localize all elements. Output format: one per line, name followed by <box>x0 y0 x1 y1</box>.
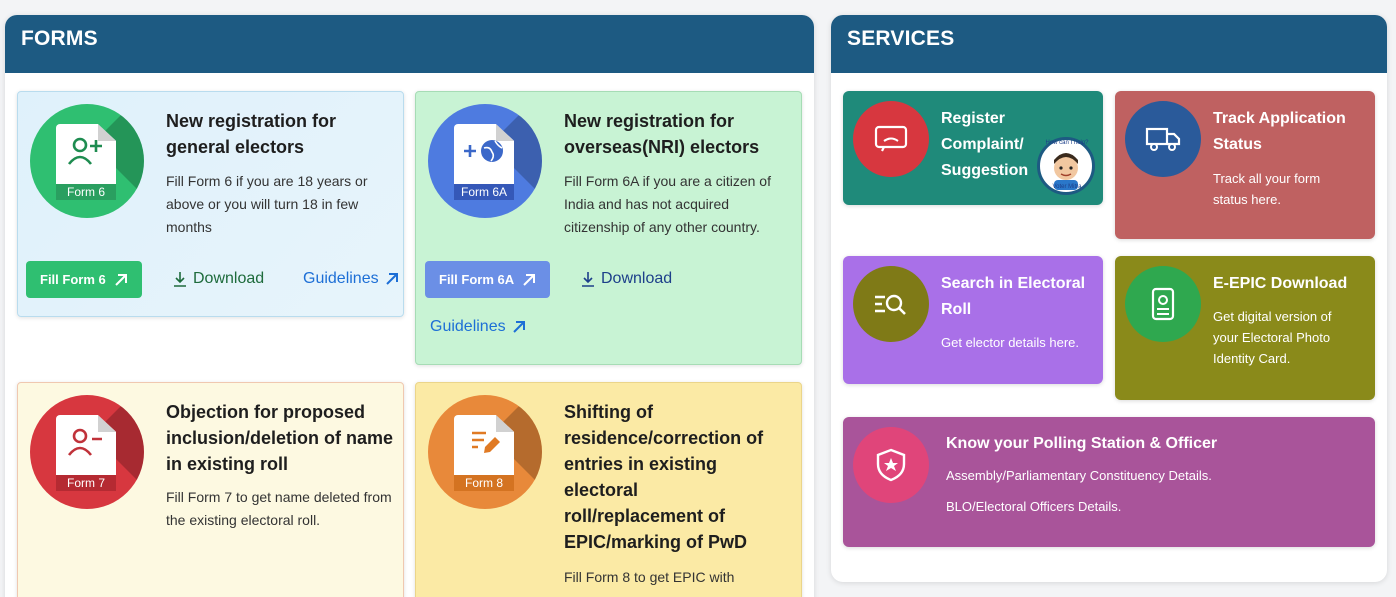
id-card-icon <box>1125 266 1201 342</box>
forms-panel: FORMS Form 6 New registration for genera… <box>5 15 814 597</box>
form-6-label: Form 6 <box>56 184 116 200</box>
remove-user-icon <box>56 425 116 459</box>
arrow-up-right-icon <box>115 273 127 286</box>
mascot-top-text: How can I help? <box>1045 140 1089 146</box>
form-6-download-link[interactable]: Download <box>173 270 264 288</box>
add-user-icon <box>56 134 116 168</box>
form-6a-icon: Form 6A <box>428 104 542 218</box>
track-application-desc: Track all your form status here. <box>1213 171 1321 207</box>
page: FORMS Form 6 New registration for genera… <box>0 0 1396 597</box>
mascot-bottom-text: Voter Mitra <box>1052 184 1082 190</box>
forms-header: FORMS <box>5 15 814 73</box>
services-panel: SERVICES Register Complaint/ Suggestion … <box>831 15 1387 582</box>
form-8-label: Form 8 <box>454 475 514 491</box>
form-6a-card[interactable]: Form 6A New registration for overseas(NR… <box>415 91 802 365</box>
fill-form-6-label: Fill Form 6 <box>40 272 106 287</box>
truck-icon <box>1125 101 1201 177</box>
polling-station-desc-2: BLO/Electoral Officers Details. <box>946 499 1122 514</box>
polling-station-card[interactable]: Know your Polling Station & Officer Asse… <box>843 417 1375 547</box>
track-application-card[interactable]: Track Application Status Track all your … <box>1115 91 1375 239</box>
download-label: Download <box>601 270 673 287</box>
form-6a-guidelines-link[interactable]: Guidelines <box>430 318 526 336</box>
download-icon <box>174 272 186 287</box>
fill-form-6a-button[interactable]: Fill Form 6A <box>425 261 551 298</box>
form-6a-title: New registration for overseas(NRI) elect… <box>564 111 760 157</box>
form-8-desc: Fill Form 8 to get EPIC with <box>564 569 735 585</box>
form-6-title: New registration for general electors <box>166 111 337 157</box>
form-8-icon: Form 8 <box>428 395 542 509</box>
form-6-desc: Fill Form 6 if you are 18 years or above… <box>166 173 368 235</box>
guidelines-label: Guidelines <box>430 318 506 335</box>
form-7-label: Form 7 <box>56 475 116 491</box>
arrow-up-right-icon <box>385 273 398 285</box>
arrow-up-right-icon <box>512 321 525 333</box>
register-complaint-title: Register Complaint/ Suggestion <box>941 110 1029 179</box>
add-globe-icon <box>454 134 514 168</box>
voter-mitra-chatbot[interactable]: How can I help? Voter Mitra <box>1037 137 1095 195</box>
services-header: SERVICES <box>831 15 1387 73</box>
e-epic-download-card[interactable]: E-EPIC Download Get digital version of y… <box>1115 256 1375 400</box>
fill-form-6-button[interactable]: Fill Form 6 <box>26 261 142 298</box>
form-8-title: Shifting of residence/correction of entr… <box>564 402 764 552</box>
form-7-icon: Form 7 <box>30 395 144 509</box>
shield-star-icon <box>853 427 929 503</box>
fill-form-6a-label: Fill Form 6A <box>439 272 515 287</box>
download-icon <box>582 272 594 287</box>
form-7-card[interactable]: Form 7 Objection for proposed inclusion/… <box>17 382 404 597</box>
register-complaint-card[interactable]: Register Complaint/ Suggestion How can I… <box>843 91 1103 205</box>
download-label: Download <box>193 270 265 287</box>
form-7-title: Objection for proposed inclusion/deletio… <box>166 402 394 474</box>
form-6a-download-link[interactable]: Download <box>581 270 672 288</box>
complaint-icon <box>853 101 929 177</box>
form-6a-label: Form 6A <box>454 184 514 200</box>
form-8-card[interactable]: Form 8 Shifting of residence/correction … <box>415 382 802 597</box>
search-list-icon <box>853 266 929 342</box>
polling-station-title: Know your Polling Station & Officer <box>946 435 1218 452</box>
form-7-desc: Fill Form 7 to get name deleted from the… <box>166 489 392 528</box>
arrow-up-right-icon <box>523 273 536 286</box>
polling-station-desc-1: Assembly/Parliamentary Constituency Deta… <box>946 468 1212 483</box>
e-epic-download-title: E-EPIC Download <box>1213 275 1348 292</box>
track-application-title: Track Application Status <box>1213 110 1346 153</box>
e-epic-download-desc: Get digital version of your Electoral Ph… <box>1213 309 1332 366</box>
form-6-card[interactable]: Form 6 New registration for general elec… <box>17 91 404 317</box>
edit-document-icon <box>454 425 514 459</box>
search-electoral-roll-desc: Get elector details here. <box>941 335 1080 350</box>
form-6a-desc: Fill Form 6A if you are a citizen of Ind… <box>564 173 771 235</box>
form-6-guidelines-link[interactable]: Guidelines <box>303 270 399 288</box>
guidelines-label: Guidelines <box>303 270 379 287</box>
form-6-icon: Form 6 <box>30 104 144 218</box>
search-electoral-roll-card[interactable]: Search in Electoral Roll Get elector det… <box>843 256 1103 384</box>
search-electoral-roll-title: Search in Electoral Roll <box>941 275 1086 318</box>
